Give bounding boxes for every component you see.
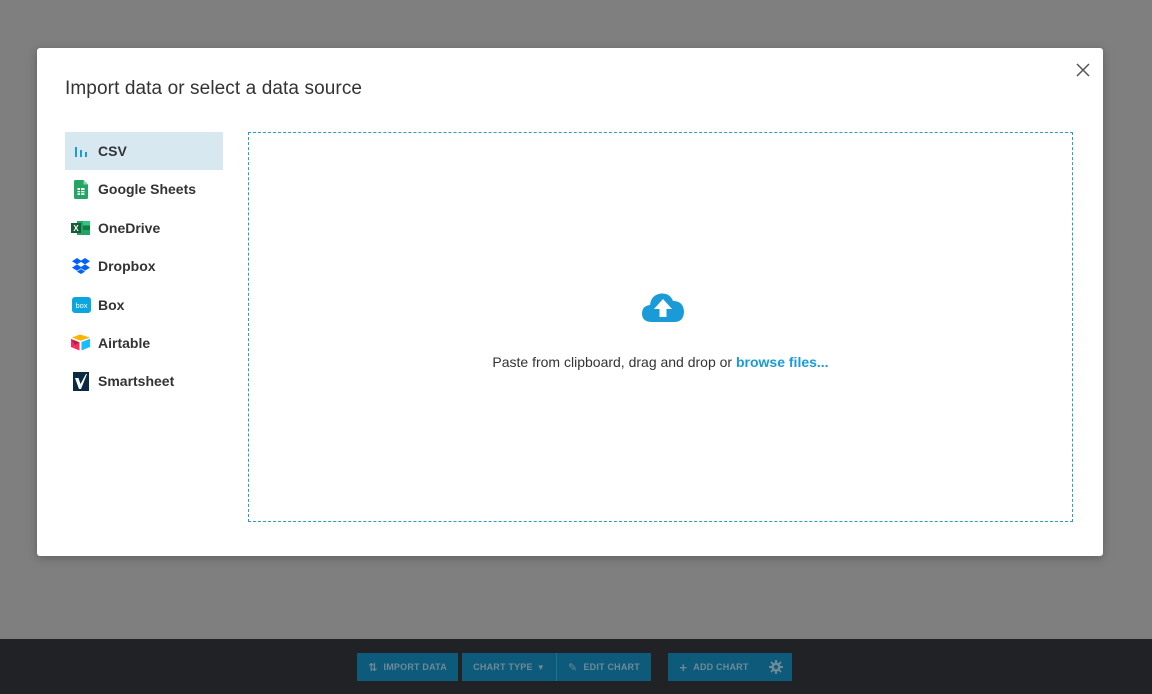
close-button[interactable] <box>1073 60 1093 80</box>
bar-chart-icon <box>71 141 91 161</box>
svg-text:box: box <box>75 301 87 310</box>
sidebar-item-onedrive[interactable]: X OneDrive <box>65 209 223 247</box>
chart-type-button[interactable]: CHART TYPE ▼ <box>462 653 556 681</box>
svg-text:X: X <box>73 224 79 233</box>
excel-icon: X <box>71 218 91 238</box>
sidebar-item-smartsheet[interactable]: Smartsheet <box>65 362 223 400</box>
add-chart-button[interactable]: + ADD CHART <box>668 653 760 681</box>
gear-icon <box>769 660 783 674</box>
edit-chart-label: EDIT CHART <box>583 662 640 672</box>
sidebar-item-label: OneDrive <box>98 219 161 236</box>
google-sheets-icon <box>71 179 91 199</box>
import-data-button[interactable]: ⇅ IMPORT DATA <box>357 653 458 681</box>
box-icon: box <box>71 295 91 315</box>
modal-title: Import data or select a data source <box>65 78 363 99</box>
close-icon <box>1076 63 1090 77</box>
dropbox-icon <box>71 256 91 276</box>
import-data-label: IMPORT DATA <box>383 662 447 672</box>
plus-icon: + <box>679 659 688 675</box>
drop-instructions-text: Paste from clipboard, drag and drop or <box>492 354 736 370</box>
drop-instructions: Paste from clipboard, drag and drop or b… <box>249 354 1072 370</box>
bottom-toolbar: ⇅ IMPORT DATA CHART TYPE ▼ ✎ EDIT CHART … <box>0 639 1152 694</box>
sidebar-item-google-sheets[interactable]: Google Sheets <box>65 170 223 208</box>
chart-type-label: CHART TYPE <box>473 662 533 672</box>
caret-down-icon: ▼ <box>536 662 545 672</box>
sidebar-item-label: Smartsheet <box>98 373 175 390</box>
add-chart-label: ADD CHART <box>693 662 749 672</box>
sidebar-item-csv[interactable]: CSV <box>65 132 223 170</box>
sidebar-item-airtable[interactable]: Airtable <box>65 324 223 362</box>
sidebar-item-box[interactable]: box Box <box>65 286 223 324</box>
cloud-upload-icon <box>641 291 685 323</box>
edit-chart-button[interactable]: ✎ EDIT CHART <box>557 653 651 681</box>
pencil-icon: ✎ <box>568 661 578 674</box>
sidebar-item-label: Dropbox <box>98 258 156 275</box>
sidebar-item-label: Airtable <box>98 334 151 351</box>
sidebar-item-label: CSV <box>98 143 127 159</box>
smartsheet-icon <box>71 371 91 391</box>
sidebar-item-label: Google Sheets <box>98 181 197 198</box>
sidebar-item-label: Box <box>98 296 125 313</box>
sort-arrows-icon: ⇅ <box>368 661 378 674</box>
file-drop-zone[interactable]: Paste from clipboard, drag and drop or b… <box>248 132 1073 522</box>
browse-files-link[interactable]: browse files... <box>736 354 829 370</box>
import-data-modal: Import data or select a data source CSV <box>37 48 1103 556</box>
sidebar-item-dropbox[interactable]: Dropbox <box>65 247 223 285</box>
data-source-list: CSV Google Sheets X OneDrive Dropbox box… <box>65 132 223 401</box>
settings-button[interactable] <box>760 653 792 681</box>
airtable-icon <box>71 333 91 353</box>
